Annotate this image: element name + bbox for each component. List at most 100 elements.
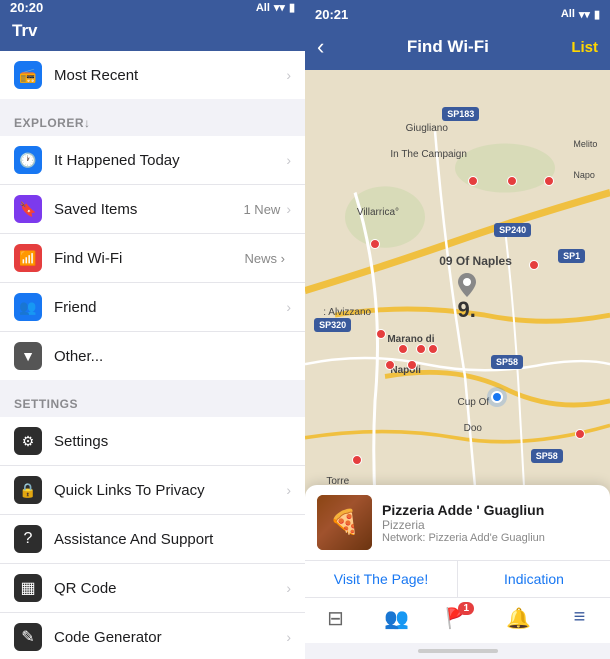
battery-icon-right: ▮ bbox=[594, 8, 600, 21]
right-panel: 20:21 All ▾▾ ▮ ‹ Find Wi-Fi List bbox=[305, 0, 610, 659]
wifi-pin-12 bbox=[575, 429, 585, 439]
nav-home-right[interactable]: ⊟ bbox=[305, 606, 366, 631]
settings-item[interactable]: ⚙ Settings bbox=[0, 417, 305, 466]
friend-item[interactable]: 👥 Friend › bbox=[0, 283, 305, 332]
popup-name: Pizzeria Adde ' Guagliun bbox=[382, 502, 598, 518]
label-doo: Doo bbox=[464, 423, 482, 434]
code-gen-label: Code Generator bbox=[54, 629, 286, 646]
saved-items-chevron: › bbox=[286, 201, 291, 217]
popup-network: Network: Pizzeria Add'e Guagliun bbox=[382, 532, 598, 544]
popup-info: Pizzeria Adde ' Guagliun Pizzeria Networ… bbox=[382, 502, 598, 544]
settings-icon: ⚙ bbox=[14, 427, 42, 455]
find-wifi-item[interactable]: 📶 Find Wi-Fi News › bbox=[0, 234, 305, 283]
wifi-pin-13 bbox=[352, 455, 362, 465]
label-giugliano: Giugliano bbox=[406, 123, 448, 134]
assistance-item[interactable]: ? Assistance And Support bbox=[0, 515, 305, 564]
nav-alerts-right[interactable]: 🔔 bbox=[488, 606, 549, 631]
user-location-pin bbox=[491, 391, 503, 403]
label-marano: Marano di bbox=[387, 334, 434, 345]
bottom-nav-right: ⊟ 👥 🚩1 🔔 ≡ bbox=[305, 597, 610, 643]
explorer-section: 🕐 It Happened Today › 🔖 Saved Items 1 Ne… bbox=[0, 136, 305, 380]
saved-items-badge: 1 New bbox=[243, 202, 280, 217]
other-item[interactable]: ▼ Other... bbox=[0, 332, 305, 380]
time-left: 20:20 bbox=[10, 0, 43, 15]
find-wifi-label: Find Wi-Fi bbox=[54, 250, 245, 267]
label-campaign: In The Campaign bbox=[390, 149, 467, 160]
friend-label: Friend bbox=[54, 299, 286, 316]
back-button[interactable]: ‹ bbox=[317, 34, 324, 60]
code-gen-item[interactable]: ✎ Code Generator › bbox=[0, 613, 305, 659]
popup-actions: Visit The Page! Indication bbox=[305, 560, 610, 597]
it-happened-label: It Happened Today bbox=[54, 152, 286, 169]
notification-badge-right: 1 bbox=[458, 602, 474, 615]
it-happened-item[interactable]: 🕐 It Happened Today › bbox=[0, 136, 305, 185]
label-alvizzano: : Alvizzano bbox=[323, 307, 371, 318]
wifi-pin-5 bbox=[529, 260, 539, 270]
most-recent-icon: 📻 bbox=[14, 61, 42, 89]
quick-links-item[interactable]: 🔒 Quick Links To Privacy › bbox=[0, 466, 305, 515]
wifi-pin-10 bbox=[385, 360, 395, 370]
carrier-left: All bbox=[256, 2, 270, 14]
wifi-pin-4 bbox=[370, 239, 380, 249]
nav-notifications-right[interactable]: 🚩1 bbox=[427, 606, 488, 631]
label-villarrica: Villarrica° bbox=[357, 207, 399, 218]
qr-code-chevron: › bbox=[286, 580, 291, 596]
status-bar-left: 20:20 All ▾▾ ▮ bbox=[0, 0, 305, 15]
wifi-pin-1 bbox=[468, 176, 478, 186]
settings-header: SETTINGS bbox=[0, 381, 305, 417]
assistance-icon: ? bbox=[14, 525, 42, 553]
label-melito: Melito bbox=[573, 139, 597, 149]
friend-icon: 👥 bbox=[14, 293, 42, 321]
left-panel: 20:20 All ▾▾ ▮ Trv 📻 Most Recent › EXPLO… bbox=[0, 0, 305, 659]
most-recent-item[interactable]: 📻 Most Recent › bbox=[0, 51, 305, 99]
wifi-pin-8 bbox=[416, 344, 426, 354]
assistance-label: Assistance And Support bbox=[54, 531, 291, 548]
road-badge-sp1: SP1 bbox=[558, 249, 585, 263]
map-container[interactable]: SP183 SP240 SP1 SP320 SP58 SP58 Giuglian… bbox=[305, 70, 610, 597]
qr-code-label: QR Code bbox=[54, 580, 286, 597]
most-recent-label: Most Recent bbox=[54, 67, 286, 84]
status-icons-right: All ▾▾ ▮ bbox=[561, 8, 600, 21]
road-badge-sp58b: SP58 bbox=[531, 449, 563, 463]
most-recent-chevron: › bbox=[286, 67, 291, 83]
other-label: Other... bbox=[54, 348, 291, 365]
friend-chevron: › bbox=[286, 299, 291, 315]
saved-items-item[interactable]: 🔖 Saved Items 1 New › bbox=[0, 185, 305, 234]
nav-menu-right[interactable]: ≡ bbox=[549, 606, 610, 631]
carrier-right: All bbox=[561, 8, 575, 20]
nav-friends-right[interactable]: 👥 bbox=[366, 606, 427, 631]
wifi-pin-7 bbox=[398, 344, 408, 354]
road-badge-sp58a: SP58 bbox=[491, 355, 523, 369]
label-09naples: 09 Of Naples bbox=[439, 254, 512, 268]
app-header-right: ‹ Find Wi-Fi List bbox=[305, 28, 610, 70]
it-happened-chevron: › bbox=[286, 152, 291, 168]
other-icon: ▼ bbox=[14, 342, 42, 370]
time-right: 20:21 bbox=[315, 7, 348, 22]
battery-icon-left: ▮ bbox=[289, 1, 295, 14]
popup-type: Pizzeria bbox=[382, 518, 598, 532]
wifi-pin-2 bbox=[507, 176, 517, 186]
wifi-pin-6 bbox=[376, 329, 386, 339]
wifi-pin-9 bbox=[428, 344, 438, 354]
qr-code-item[interactable]: ▦ QR Code › bbox=[0, 564, 305, 613]
settings-label: Settings bbox=[54, 433, 291, 450]
label-napo: Napo bbox=[573, 170, 595, 180]
quick-links-icon: 🔒 bbox=[14, 476, 42, 504]
app-title-left: Trv bbox=[12, 21, 38, 40]
location-marker bbox=[458, 273, 476, 302]
saved-items-icon: 🔖 bbox=[14, 195, 42, 223]
popup-content: 🍕 Pizzeria Adde ' Guagliun Pizzeria Netw… bbox=[305, 485, 610, 560]
visit-page-button[interactable]: Visit The Page! bbox=[305, 561, 458, 597]
road-badge-sp320: SP320 bbox=[314, 318, 351, 332]
popup-card: 🍕 Pizzeria Adde ' Guagliun Pizzeria Netw… bbox=[305, 485, 610, 597]
list-button[interactable]: List bbox=[571, 39, 598, 56]
qr-code-icon: ▦ bbox=[14, 574, 42, 602]
wifi-pin-3 bbox=[544, 176, 554, 186]
quick-links-label: Quick Links To Privacy bbox=[54, 482, 286, 499]
wifi-pin-11 bbox=[407, 360, 417, 370]
indication-button[interactable]: Indication bbox=[458, 561, 610, 597]
popup-thumbnail: 🍕 bbox=[317, 495, 372, 550]
wifi-icon-left: ▾▾ bbox=[274, 1, 285, 14]
page-title-right: Find Wi-Fi bbox=[407, 37, 489, 57]
status-icons-left: All ▾▾ ▮ bbox=[256, 1, 295, 14]
